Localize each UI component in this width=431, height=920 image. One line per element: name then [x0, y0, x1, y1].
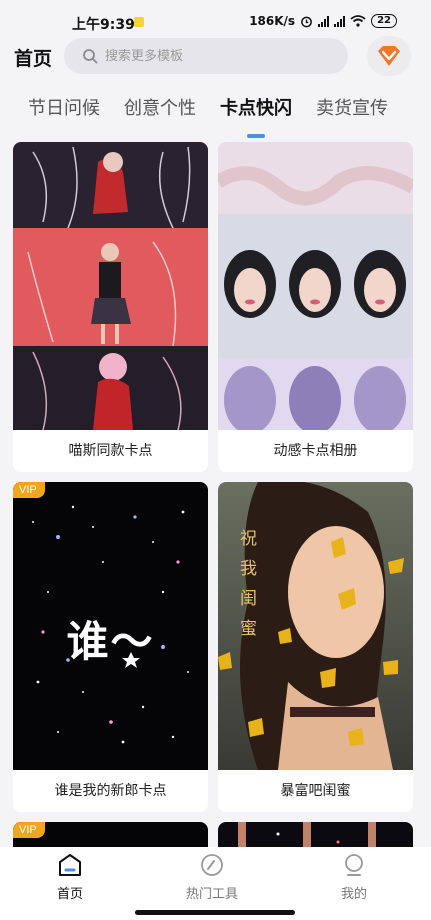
template-title: 谁是我的新郎卡点 — [54, 783, 167, 799]
alarm-icon — [301, 16, 312, 27]
tab-beat-flash[interactable]: 卡点快闪 — [220, 94, 292, 138]
template-art-text: 祝我闺蜜 — [240, 529, 257, 639]
vip-badge-button[interactable] — [367, 36, 411, 76]
diamond-icon — [378, 46, 400, 66]
category-tabs: 节日问候 创意个性 卡点快闪 卖货宣传 — [0, 94, 431, 138]
tab-creative[interactable]: 创意个性 — [124, 94, 196, 128]
compass-icon — [201, 854, 223, 876]
template-grid: 喵斯同款卡点 动感卡点相册 谁～ VIP 谁是我的新郎卡点 祝我闺蜜 暴富吧闺蜜… — [13, 142, 418, 847]
template-thumbnail — [13, 142, 208, 430]
nav-label: 热门工具 — [185, 887, 238, 902]
tab-label: 卡点快闪 — [220, 98, 292, 119]
tab-label: 创意个性 — [124, 98, 196, 119]
nav-label: 首页 — [56, 887, 83, 902]
template-card[interactable]: 谁～ VIP 谁是我的新郎卡点 — [13, 482, 208, 812]
home-indicator — [135, 910, 295, 915]
tab-sales-promo[interactable]: 卖货宣传 — [316, 94, 388, 128]
tab-holiday-greetings[interactable]: 节日问候 — [28, 94, 100, 128]
page-title: 首页 — [14, 48, 53, 70]
nav-profile[interactable]: 我的 — [304, 853, 404, 902]
status-time: 上午9:39 — [72, 17, 135, 33]
template-card[interactable]: 喵斯同款卡点 — [13, 142, 208, 472]
vip-tag: VIP — [13, 482, 45, 498]
search-input[interactable] — [105, 48, 325, 64]
profile-icon — [345, 854, 363, 876]
template-card[interactable] — [218, 822, 413, 847]
wifi-icon — [350, 15, 366, 27]
nav-label: 我的 — [340, 887, 367, 902]
template-title: 喵斯同款卡点 — [68, 443, 153, 459]
status-indicators: 186K/s 22 — [249, 14, 397, 28]
home-icon — [59, 854, 81, 876]
template-art-text: 谁～ — [66, 617, 155, 666]
tab-label: 节日问候 — [28, 98, 100, 119]
top-bar: 首页 — [0, 36, 431, 78]
template-card[interactable]: VIP — [13, 822, 208, 847]
template-card[interactable]: 动感卡点相册 — [218, 142, 413, 472]
signal-icon-2 — [334, 15, 346, 27]
template-thumbnail: 谁～ — [13, 482, 208, 770]
template-thumbnail — [238, 822, 376, 847]
template-title: 暴富吧闺蜜 — [280, 783, 351, 799]
notification-icon — [134, 17, 144, 27]
search-icon — [83, 49, 98, 64]
tab-label: 卖货宣传 — [316, 98, 388, 119]
template-thumbnail: 祝我闺蜜 — [218, 482, 413, 770]
nav-home[interactable]: 首页 — [20, 853, 120, 902]
search-box[interactable] — [64, 38, 348, 74]
tab-active-indicator — [247, 134, 265, 138]
nav-hot-tools[interactable]: 热门工具 — [162, 853, 262, 902]
template-title: 动感卡点相册 — [273, 443, 358, 459]
vip-tag: VIP — [13, 822, 45, 838]
battery-indicator: 22 — [371, 14, 397, 28]
template-thumbnail — [218, 142, 413, 430]
net-speed: 186K/s — [249, 14, 296, 28]
template-card[interactable]: 祝我闺蜜 暴富吧闺蜜 — [218, 482, 413, 812]
signal-icon — [318, 15, 330, 27]
